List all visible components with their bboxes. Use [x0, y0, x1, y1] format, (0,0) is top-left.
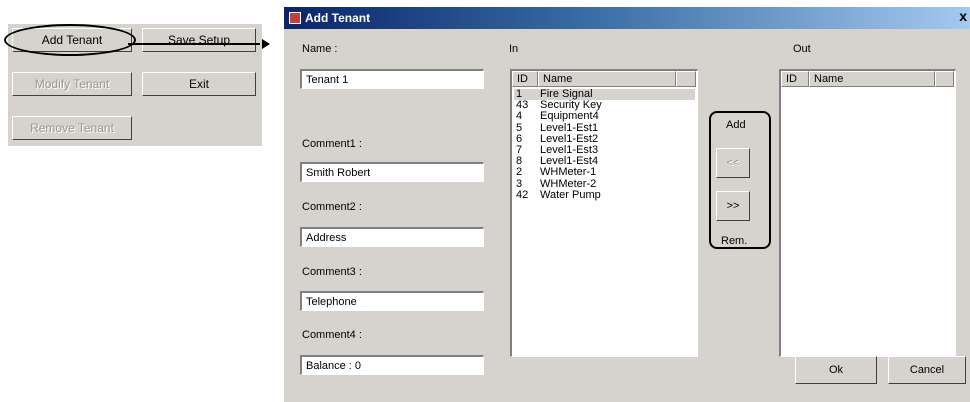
in-col-filler [676, 71, 696, 87]
in-listbox[interactable]: ID Name 1 Fire Signal 43 Security Key 4 Equ… [510, 69, 698, 357]
callout-arrow-head [262, 39, 270, 49]
comment2-label: Comment2 : [302, 201, 362, 213]
item-name: Water Pump [540, 188, 601, 201]
comment3-label: Comment3 : [302, 266, 362, 278]
add-caption: Add [726, 119, 746, 131]
comment3-field[interactable]: Telephone [300, 291, 484, 311]
list-item[interactable]: 2 WHMeter-1 [514, 167, 695, 178]
in-col-name[interactable]: Name [538, 71, 676, 87]
comment4-label: Comment4 : [302, 329, 362, 341]
name-field[interactable]: Tenant 1 [300, 69, 484, 89]
out-col-filler [935, 71, 954, 87]
add-tenant-dialog: Add Tenant x Name : Tenant 1 Comment1 : … [283, 6, 970, 402]
dialog-titlebar[interactable]: Add Tenant x [284, 7, 970, 29]
in-rows: 1 Fire Signal 43 Security Key 4 Equipment4 … [514, 88, 695, 201]
list-item[interactable]: 3 WHMeter-2 [514, 177, 695, 190]
comment1-field[interactable]: Smith Robert [300, 162, 484, 182]
item-id: 4 [516, 110, 523, 123]
comment1-label: Comment1 : [302, 138, 362, 150]
move-right-button[interactable]: >> [716, 191, 750, 221]
item-id: 2 [516, 166, 523, 179]
name-label: Name : [302, 43, 338, 55]
comment2-field[interactable]: Address [300, 227, 484, 247]
list-item[interactable]: 4 Equipment4 [514, 111, 695, 122]
save-setup-button[interactable]: Save Setup [142, 28, 256, 52]
out-col-name[interactable]: Name [809, 71, 935, 87]
remove-tenant-button[interactable]: Remove Tenant [12, 116, 132, 140]
out-listbox[interactable]: ID Name [779, 69, 956, 357]
rem-caption: Rem. [721, 235, 748, 247]
move-left-button[interactable]: << [716, 148, 750, 178]
in-label: In [509, 43, 519, 55]
ok-button[interactable]: Ok [795, 356, 877, 384]
exit-button[interactable]: Exit [142, 72, 256, 96]
dialog-title: Add Tenant [305, 11, 371, 25]
in-col-id[interactable]: ID [512, 71, 538, 87]
item-id: 3 [516, 177, 523, 190]
out-label: Out [793, 43, 811, 55]
item-name: WHMeter-1 [540, 166, 597, 179]
add-rem-highlight [709, 111, 771, 249]
item-name: WHMeter-2 [540, 177, 597, 190]
comment4-field[interactable]: Balance : 0 [300, 355, 484, 375]
app-icon [289, 12, 301, 24]
modify-tenant-button[interactable]: Modify Tenant [12, 72, 132, 96]
item-id: 42 [516, 188, 529, 201]
cancel-button[interactable]: Cancel [888, 356, 966, 384]
callout-arrow-line [128, 43, 260, 45]
add-tenant-button[interactable]: Add Tenant [12, 28, 132, 52]
close-icon[interactable]: x [959, 8, 967, 24]
out-col-id[interactable]: ID [781, 71, 809, 87]
item-name: Equipment4 [540, 110, 599, 123]
list-item[interactable]: 42 Water Pump [514, 188, 695, 201]
